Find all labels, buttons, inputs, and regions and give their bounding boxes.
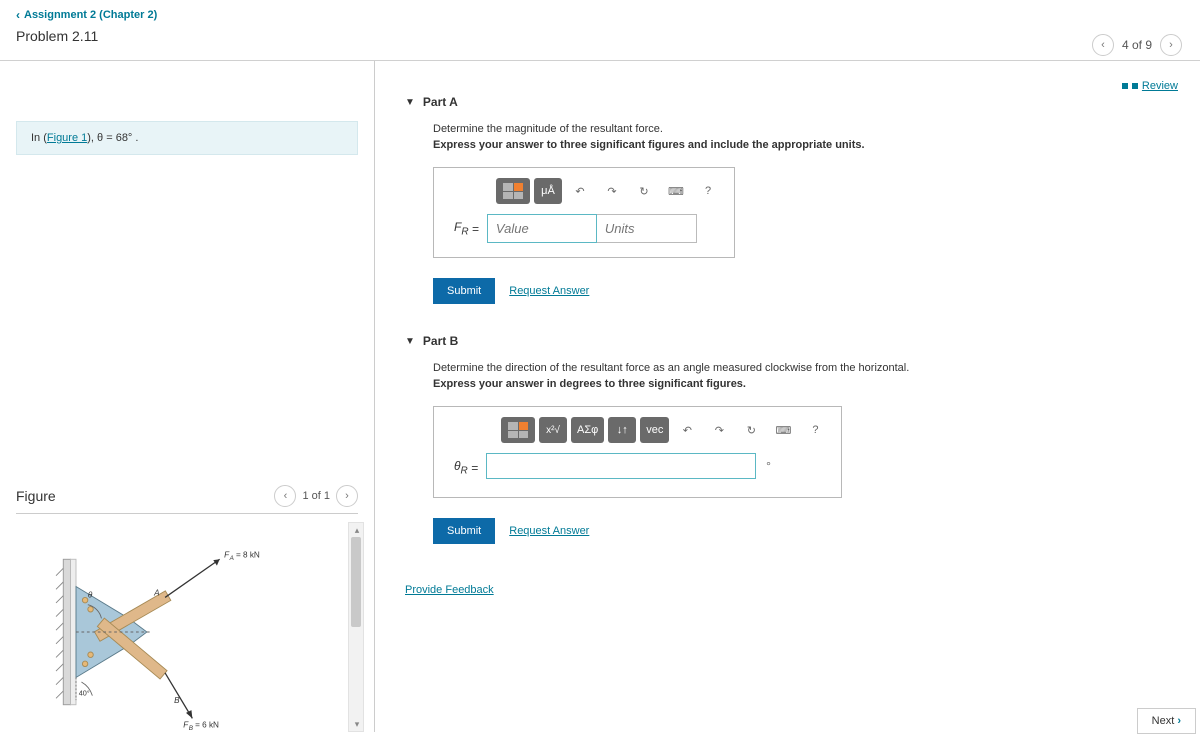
part-b-instruction: Express your answer in degrees to three … <box>433 378 1180 390</box>
figure-scrollbar[interactable]: ▴ ▾ <box>348 522 364 732</box>
scroll-down-icon[interactable]: ▾ <box>349 717 365 731</box>
breadcrumb[interactable]: ‹ Assignment 2 (Chapter 2) <box>16 8 1184 22</box>
collapse-icon: ▼ <box>405 97 415 108</box>
part-a-answer-box: μÅ ↶ ↷ ↻ ⌨ ? FR = <box>433 167 735 258</box>
info-prefix: In ( <box>31 132 47 144</box>
scroll-up-icon[interactable]: ▴ <box>349 523 365 537</box>
keyboard-button[interactable]: ⌨ <box>662 178 690 204</box>
problem-title: Problem 2.11 <box>16 28 1184 44</box>
redo-button[interactable]: ↷ <box>598 178 626 204</box>
part-b-value-input[interactable] <box>486 453 756 479</box>
part-a-request-answer-link[interactable]: Request Answer <box>509 285 589 297</box>
page-position: 4 of 9 <box>1122 38 1152 52</box>
help-button[interactable]: ? <box>694 178 722 204</box>
part-a-instruction: Express your answer to three significant… <box>433 139 1180 151</box>
template-picker-button[interactable] <box>496 178 530 204</box>
redo-button[interactable]: ↷ <box>705 417 733 443</box>
part-b-var-label: θR = <box>446 453 486 482</box>
part-a-var-label: FR = <box>446 214 487 243</box>
figure-nav-label: 1 of 1 <box>302 490 330 502</box>
svg-text:A: A <box>153 589 160 598</box>
scroll-thumb[interactable] <box>351 537 361 627</box>
help-button[interactable]: ? <box>801 417 829 443</box>
part-b-submit-button[interactable]: Submit <box>433 518 495 544</box>
part-a-title: Part A <box>423 95 458 109</box>
svg-text:= 6 kN: = 6 kN <box>195 720 219 729</box>
page-nav: ‹ 4 of 9 › <box>1092 34 1182 56</box>
figure-prev-button[interactable]: ‹ <box>274 485 296 507</box>
problem-info: In (Figure 1), θ = 68° . <box>16 121 358 155</box>
chevron-right-icon: › <box>1177 715 1181 727</box>
part-a-header[interactable]: ▼ Part A <box>405 95 1180 109</box>
units-button[interactable]: μÅ <box>534 178 562 204</box>
figure-body: θ A FA = 8 kN 40° B FB = 6 kN ▴ ▾ <box>16 522 358 732</box>
svg-text:θ: θ <box>88 590 93 599</box>
next-problem-button[interactable]: › <box>1160 34 1182 56</box>
sqrt-button[interactable]: x²√ <box>539 417 567 443</box>
part-b-answer-box: x²√ ΑΣφ ↓↑ vec ↶ ↷ ↻ ⌨ ? θR = ° <box>433 406 842 497</box>
next-label: Next <box>1152 715 1175 727</box>
part-b-header[interactable]: ▼ Part B <box>405 334 1180 348</box>
breadcrumb-label: Assignment 2 (Chapter 2) <box>24 9 157 21</box>
keyboard-button[interactable]: ⌨ <box>769 417 797 443</box>
figure-next-button[interactable]: › <box>336 485 358 507</box>
greek-button[interactable]: ΑΣφ <box>571 417 604 443</box>
reset-button[interactable]: ↻ <box>630 178 658 204</box>
part-a-value-input[interactable] <box>487 214 597 243</box>
part-a-prompt: Determine the magnitude of the resultant… <box>433 123 1180 135</box>
info-suffix: ), θ = 68° . <box>87 132 138 144</box>
prev-problem-button[interactable]: ‹ <box>1092 34 1114 56</box>
reset-button[interactable]: ↻ <box>737 417 765 443</box>
arrows-button[interactable]: ↓↑ <box>608 417 636 443</box>
degree-symbol: ° <box>756 453 781 482</box>
figure-diagram: θ A FA = 8 kN 40° B FB = 6 kN <box>26 532 286 732</box>
svg-text:= 8 kN: = 8 kN <box>236 550 260 559</box>
part-b-title: Part B <box>423 334 458 348</box>
collapse-icon: ▼ <box>405 336 415 347</box>
part-a-units-input[interactable] <box>597 214 697 243</box>
svg-text:B: B <box>189 725 194 732</box>
part-b-prompt: Determine the direction of the resultant… <box>433 362 1180 374</box>
svg-text:40°: 40° <box>79 689 90 698</box>
chevron-left-icon: ‹ <box>16 8 20 22</box>
provide-feedback-link[interactable]: Provide Feedback <box>405 584 494 596</box>
template-picker-button[interactable] <box>501 417 535 443</box>
figure-link[interactable]: Figure 1 <box>47 132 87 144</box>
part-b-request-answer-link[interactable]: Request Answer <box>509 525 589 537</box>
figure-nav: ‹ 1 of 1 › <box>274 485 358 507</box>
svg-text:B: B <box>174 696 180 705</box>
part-a-submit-button[interactable]: Submit <box>433 278 495 304</box>
vec-button[interactable]: vec <box>640 417 669 443</box>
next-button[interactable]: Next › <box>1137 708 1196 734</box>
undo-button[interactable]: ↶ <box>566 178 594 204</box>
undo-button[interactable]: ↶ <box>673 417 701 443</box>
figure-title: Figure <box>16 488 56 504</box>
svg-text:A: A <box>229 555 234 562</box>
